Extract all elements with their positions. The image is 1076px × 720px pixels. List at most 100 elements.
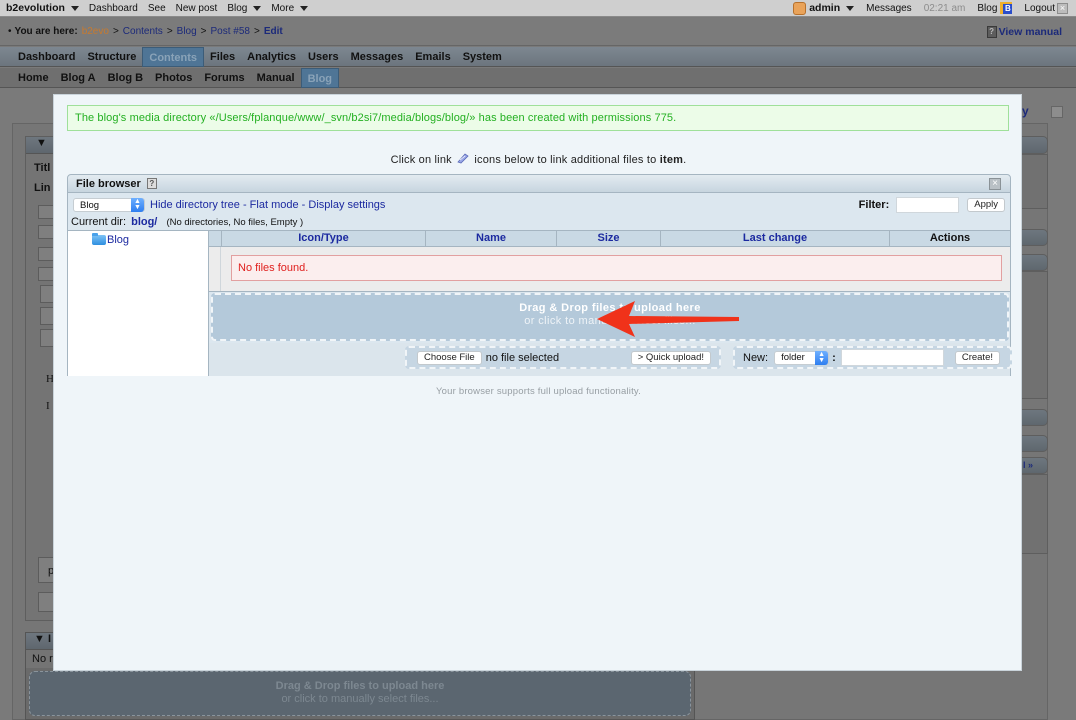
column-checkbox [209, 231, 221, 246]
manual-icon: ? [986, 25, 997, 38]
current-dir-label: Current dir: [71, 216, 127, 228]
link-hint: Click on link icons below to link additi… [54, 153, 1023, 166]
tab-analytics[interactable]: Analytics [241, 47, 302, 67]
root-select-value: Blog [80, 199, 100, 211]
file-table: Icon/Type Name Size Last change Actions … [209, 230, 1010, 292]
background-drop-sub: or click to manually select files... [281, 693, 439, 705]
success-message: The blog's media directory «/Users/fplan… [67, 105, 1009, 131]
breadcrumb-edit[interactable]: Edit [264, 26, 283, 37]
tab-structure[interactable]: Structure [81, 47, 142, 67]
background-drop-title: Drag & Drop files to upload here [275, 680, 445, 692]
breadcrumb-sep: > [112, 26, 119, 37]
breadcrumb-home[interactable]: b2evo [82, 26, 109, 37]
breadcrumb-contents[interactable]: Contents [123, 26, 163, 37]
chevron-down-icon [253, 5, 262, 11]
file-table-header: Icon/Type Name Size Last change Actions [209, 230, 1010, 247]
breadcrumb-sep: > [254, 26, 260, 37]
tab-messages[interactable]: Messages [345, 47, 410, 67]
close-icon[interactable]: × [989, 178, 1001, 190]
topbar-blog-link[interactable]: Blog [977, 2, 1013, 14]
file-browser: File browser ? × Blog ▲ ▼ Hide directory t… [67, 174, 1012, 376]
blog-menu: Home Blog A Blog B Photos Forums Manual … [0, 67, 1076, 88]
background-close-icon [1051, 106, 1063, 118]
background-side-box [1020, 254, 1048, 271]
background-side-box [1020, 409, 1048, 426]
quick-upload-group: Choose File no file selected > Quick upl… [405, 346, 721, 369]
filter-input[interactable] [896, 197, 960, 213]
folder-icon [92, 233, 106, 245]
topbar-see[interactable]: See [148, 3, 166, 14]
topbar-messages[interactable]: Messages [866, 3, 912, 14]
view-manual-link[interactable]: ? View manual [986, 25, 1062, 38]
background-text: I [46, 400, 50, 412]
breadcrumb-post[interactable]: Post #58 [211, 26, 250, 37]
upload-row: Choose File no file selected > Quick upl… [209, 343, 1012, 376]
breadcrumb: • You are here: b2evo > Contents > Blog … [0, 18, 1076, 46]
file-browser-header: File browser ? [68, 175, 1010, 193]
blog-tab-blog-a[interactable]: Blog A [55, 68, 102, 88]
topbar-blog-menu[interactable]: Blog [227, 2, 262, 14]
select-arrows-icon: ▲ ▼ [131, 198, 144, 212]
blog-tab-manual[interactable]: Manual [251, 68, 301, 88]
tab-files[interactable]: Files [204, 47, 241, 67]
blog-tab-photos[interactable]: Photos [149, 68, 198, 88]
filter-group: Filter: Apply [859, 197, 1005, 213]
tab-dashboard[interactable]: Dashboard [12, 47, 81, 67]
filter-label: Filter: [858, 199, 890, 211]
create-button[interactable]: Create! [954, 350, 1000, 365]
hint-target: item [659, 154, 684, 166]
upload-support-note: Your browser supports full upload functi… [436, 386, 641, 397]
column-last-change[interactable]: Last change [660, 231, 889, 246]
tab-contents[interactable]: Contents [142, 46, 205, 67]
tab-users[interactable]: Users [302, 47, 345, 67]
background-drop-zone: Drag & Drop files to upload here or click… [29, 671, 691, 716]
help-icon[interactable]: ? [146, 178, 157, 189]
current-dir-link[interactable]: blog/ [131, 216, 157, 228]
column-icon-type[interactable]: Icon/Type [221, 231, 425, 246]
chevron-down-icon [846, 5, 855, 11]
apply-button[interactable]: Apply [967, 198, 1005, 212]
background-side-box [1020, 154, 1048, 209]
topbar-blog-label: Blog [227, 2, 248, 14]
root-select[interactable]: Blog ▲ ▼ [73, 198, 145, 212]
blog-tab-forums[interactable]: Forums [198, 68, 250, 88]
background-side-box [1020, 474, 1048, 554]
file-browser-modal: The blog's media directory «/Users/fplan… [53, 94, 1022, 671]
blog-tab-home[interactable]: Home [12, 68, 55, 88]
new-type-select[interactable]: folder ▲ ▼ [774, 350, 830, 365]
colon: : [832, 351, 836, 364]
background-right-link: y [1022, 104, 1029, 118]
logout-link[interactable]: Logout × [1024, 2, 1068, 14]
display-settings-link[interactable]: Display settings [308, 199, 385, 211]
hide-directory-tree-link[interactable]: Hide directory tree [150, 199, 240, 211]
current-dir-info: (No directories, No files, Empty ) [166, 217, 304, 228]
background-side-box [1020, 229, 1048, 246]
topbar-more-menu[interactable]: More [271, 3, 309, 14]
blog-tab-blog[interactable]: Blog [300, 67, 340, 88]
tree-node-blog[interactable]: Blog [92, 233, 129, 246]
chevron-down-icon [300, 5, 309, 11]
column-size[interactable]: Size [556, 231, 660, 246]
hint-text-before: Click on link [390, 154, 452, 166]
choose-file-button[interactable]: Choose File [417, 350, 482, 365]
topbar-new-post[interactable]: New post [176, 3, 218, 14]
breadcrumb-blog[interactable]: Blog [177, 26, 197, 37]
table-gutter [209, 247, 221, 291]
background-link-label: Lin [34, 182, 51, 194]
quick-upload-button[interactable]: > Quick upload! [630, 350, 711, 365]
column-actions: Actions [889, 231, 1010, 246]
top-toolbar: b2evolution Dashboard See New post Blog … [0, 0, 1076, 17]
user-menu[interactable]: admin [793, 1, 855, 15]
flat-mode-link[interactable]: Flat mode [250, 199, 299, 211]
brand-menu[interactable]: b2evolution [6, 2, 79, 14]
tab-emails[interactable]: Emails [409, 47, 456, 67]
current-dir: Current dir: blog/ (No directories, No f… [71, 216, 303, 228]
topbar-dashboard[interactable]: Dashboard [89, 3, 138, 14]
close-icon: × [1057, 2, 1068, 14]
select-arrows-icon: ▲ ▼ [815, 350, 829, 365]
column-name[interactable]: Name [425, 231, 556, 246]
tab-system[interactable]: System [457, 47, 508, 67]
view-links: Hide directory tree - Flat mode - Displa… [150, 199, 385, 211]
blog-tab-blog-b[interactable]: Blog B [102, 68, 149, 88]
new-name-input[interactable] [840, 349, 944, 366]
